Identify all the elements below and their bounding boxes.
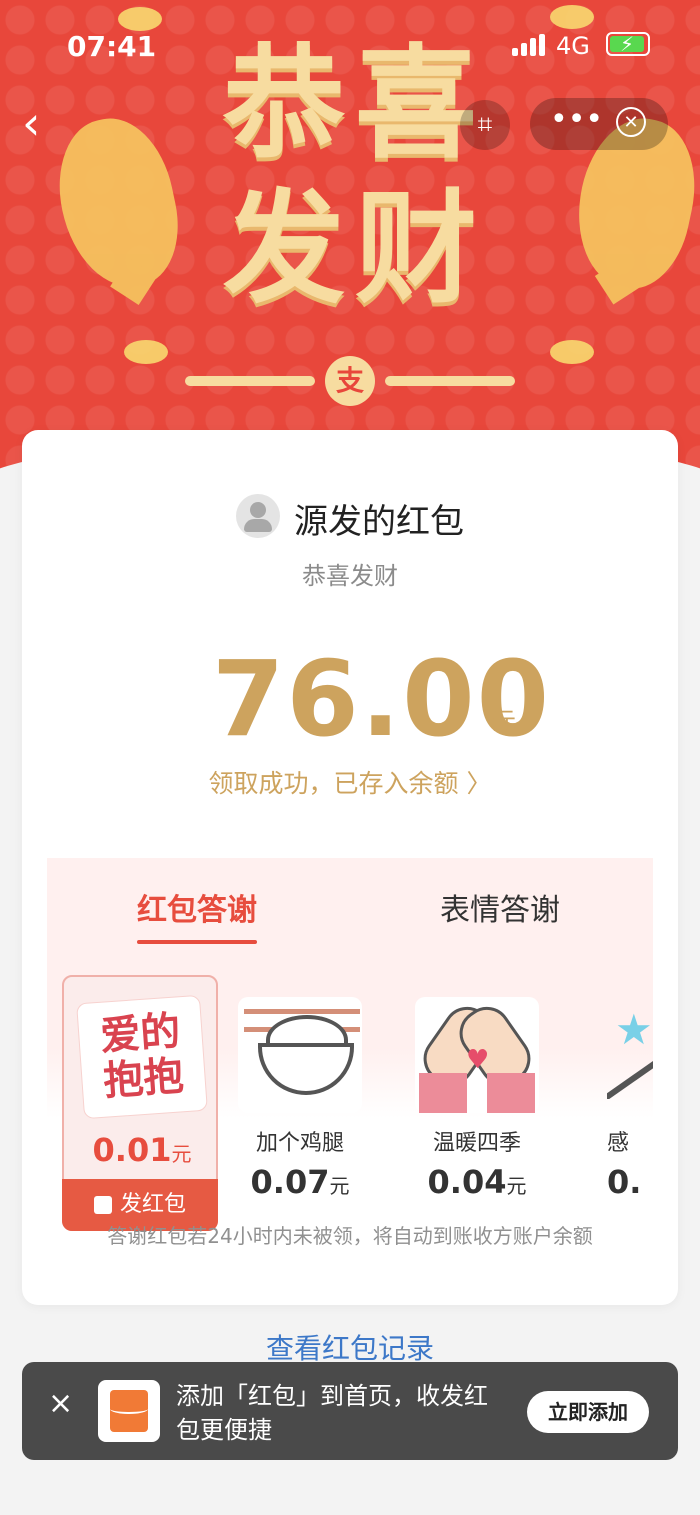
received-amount: 76.00 bbox=[212, 638, 551, 760]
envelope-icon bbox=[93, 1196, 112, 1214]
hug-sticker-art: 爱的 抱抱 bbox=[76, 994, 208, 1120]
packet-message: 恭喜发财 bbox=[302, 562, 398, 590]
gold-coin-icon bbox=[124, 340, 168, 364]
gift-price: 0.07元 bbox=[250, 1163, 350, 1201]
network-type: 4G bbox=[556, 32, 590, 60]
red-packet-card: 源发的红包 恭喜发财 76.00 元 领取成功，已存入余额 〉 红包答谢 表情答… bbox=[22, 430, 678, 1305]
left-sleeve bbox=[419, 1073, 467, 1113]
gift-name: 温暖四季 bbox=[432, 1131, 521, 1156]
star-icon bbox=[607, 995, 653, 1099]
signal-icon bbox=[512, 34, 546, 56]
tab-red-packet-thanks[interactable]: 红包答谢 bbox=[137, 885, 257, 929]
add-to-home-banner: × 添加「红包」到首页，收发红包更便捷 立即添加 bbox=[22, 1362, 678, 1460]
back-icon[interactable]: ‹ bbox=[22, 100, 62, 150]
tab-emoji-thanks[interactable]: 表情答谢 bbox=[440, 885, 560, 929]
ornament-line-right bbox=[385, 376, 515, 386]
view-red-packet-records-link[interactable]: 查看红包记录 bbox=[0, 1327, 700, 1367]
gift-option-partial[interactable]: 感 0. bbox=[607, 975, 653, 1231]
thanks-footnote: 答谢红包若24小时内未被领，将自动到账收方账户余额 bbox=[107, 1224, 593, 1248]
gift-price: 0.04元 bbox=[427, 1163, 527, 1201]
close-banner-icon[interactable]: × bbox=[48, 1389, 73, 1419]
drumstick-rice-art bbox=[238, 997, 362, 1113]
gift-name: 加个鸡腿 bbox=[255, 1131, 344, 1156]
avatar bbox=[236, 494, 280, 538]
gift-price: 0.01元 bbox=[92, 1131, 192, 1169]
gift-price: 0. bbox=[607, 1163, 642, 1201]
gift-option-drumstick[interactable]: 加个鸡腿 0.07元 bbox=[222, 975, 378, 1231]
active-tab-indicator bbox=[137, 940, 257, 944]
gift-option-hug[interactable]: 爱的 抱抱 0.01元 发红包 bbox=[62, 975, 218, 1231]
banner-text: 添加「红包」到首页，收发红包更便捷 bbox=[176, 1382, 488, 1444]
mini-program-capsule: ••• ✕ bbox=[530, 98, 668, 150]
ornament-line-left bbox=[185, 376, 315, 386]
status-bar: 07:41 4G ⚡ bbox=[0, 0, 700, 90]
red-packet-app-icon bbox=[98, 1380, 160, 1442]
heart-icon: ♥ bbox=[466, 1045, 490, 1075]
gift-name: 感 bbox=[607, 1131, 630, 1156]
status-time: 07:41 bbox=[67, 30, 157, 63]
scan-icon[interactable]: ⌗ bbox=[460, 100, 510, 150]
thanks-tabs: 红包答谢 表情答谢 bbox=[47, 858, 653, 948]
alipay-badge-icon: 支 bbox=[325, 356, 375, 406]
deposit-status-link[interactable]: 领取成功，已存入余额 〉 bbox=[22, 764, 678, 800]
bowl-icon bbox=[258, 1043, 354, 1095]
sender-name: 源发的红包 bbox=[294, 502, 464, 542]
more-icon[interactable]: ••• bbox=[550, 102, 603, 137]
right-sleeve bbox=[487, 1073, 535, 1113]
gift-option-warm-seasons[interactable]: ♥ 温暖四季 0.04元 bbox=[399, 975, 555, 1231]
chopsticks-icon bbox=[244, 1009, 360, 1014]
amount-unit: 元 bbox=[492, 707, 516, 735]
heart-hands-art: ♥ bbox=[414, 997, 540, 1113]
gold-coin-icon bbox=[550, 340, 594, 364]
add-now-button[interactable]: 立即添加 bbox=[527, 1391, 649, 1433]
thanks-section: 红包答谢 表情答谢 爱的 抱抱 0.01元 发红包 加个鸡腿 0.07元 ♥ 温… bbox=[47, 858, 653, 1256]
close-icon[interactable]: ✕ bbox=[616, 107, 646, 137]
battery-icon: ⚡ bbox=[606, 32, 650, 56]
